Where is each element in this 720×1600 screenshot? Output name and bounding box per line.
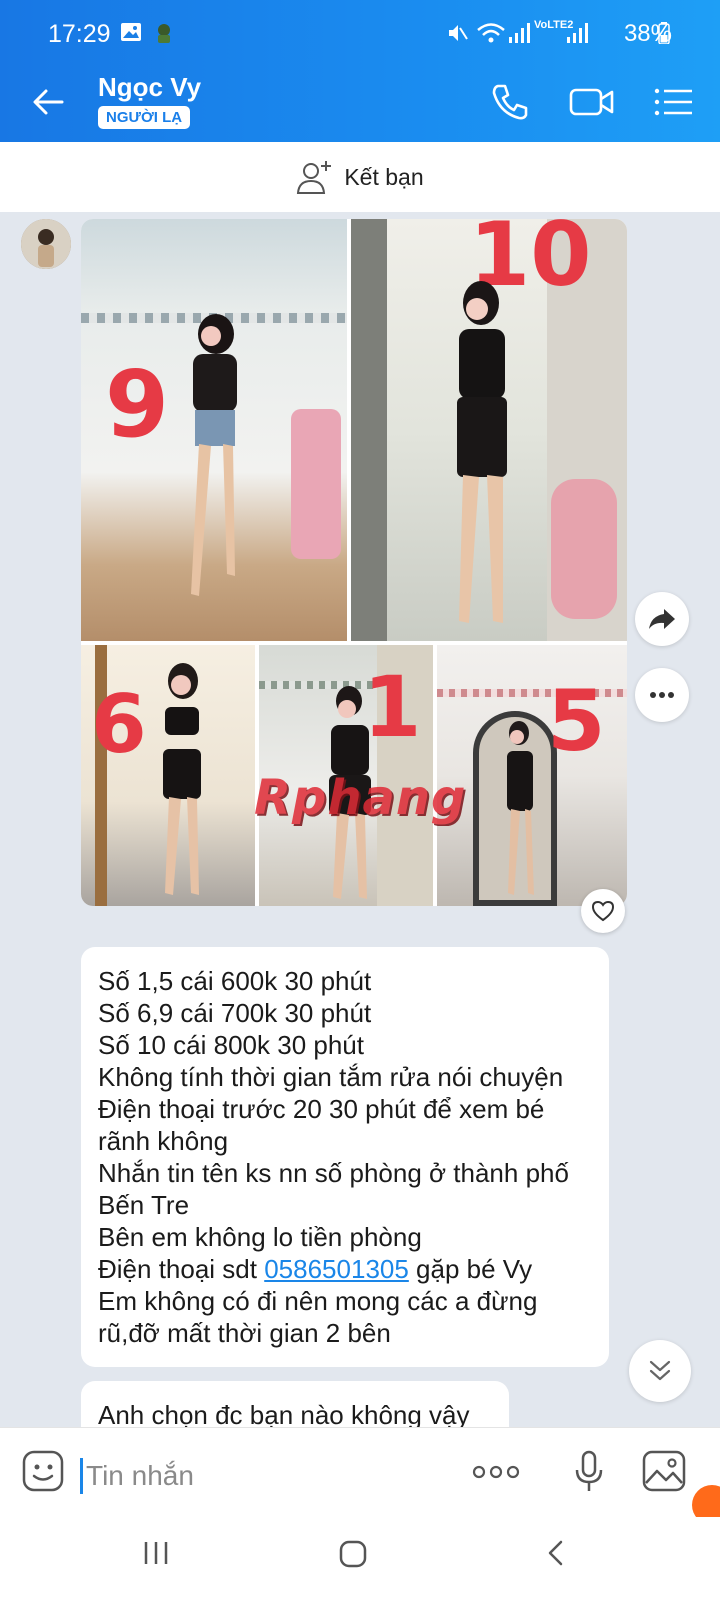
share-button[interactable] — [635, 592, 689, 646]
sticker-button[interactable] — [22, 1450, 64, 1497]
options-menu-button[interactable] — [652, 80, 696, 124]
add-friend-label: Kết bạn — [344, 163, 424, 190]
photo-6[interactable]: 6 — [81, 645, 255, 906]
message-line: Số 10 cái 800k 30 phút — [98, 1030, 364, 1060]
signal-2-icon — [566, 22, 590, 49]
message-line: Không tính thời gian tắm rửa nói chuyện — [98, 1062, 564, 1092]
image-watermark: Rphang — [254, 770, 466, 826]
sticker-icon — [22, 1450, 64, 1492]
voice-message-button[interactable] — [574, 1450, 604, 1499]
chat-header: Ngọc Vy NGƯỜI LẠ — [0, 62, 720, 142]
top-bar: 17:29 VoLTE2 38% Ngọc Vy NGƯỜI LẠ — [0, 0, 720, 142]
battery-icon — [658, 22, 670, 49]
arrow-left-icon — [33, 89, 64, 115]
photo-number-9: 9 — [105, 351, 170, 458]
message-line: Số 6,9 cái 700k 30 phút — [98, 998, 372, 1028]
photo-number-5: 5 — [547, 672, 606, 770]
pink-chair — [551, 479, 617, 619]
microphone-icon — [575, 1450, 603, 1491]
message-line-phone: Điện thoại sdt 0586501305 gặp bé Vy — [98, 1253, 593, 1285]
list-menu-icon — [654, 88, 692, 116]
video-call-button[interactable] — [568, 80, 614, 124]
status-bar: 17:29 VoLTE2 38% — [0, 0, 720, 62]
signal-icon — [508, 22, 532, 49]
scroll-to-bottom-button[interactable] — [629, 1340, 691, 1402]
model-figure — [191, 314, 237, 596]
image-icon — [642, 1450, 686, 1492]
message-input[interactable] — [86, 1456, 446, 1496]
message-line: Bên em không lo tiền phòng — [98, 1222, 422, 1252]
message-line: Nhắn tin tên ks nn số phòng ở thành phố … — [98, 1158, 569, 1220]
avatar-image — [21, 219, 71, 269]
message-line: Số 1,5 cái 600k 30 phút — [98, 966, 372, 996]
message-bubble[interactable]: Số 1,5 cái 600k 30 phút Số 6,9 cái 700k … — [81, 947, 609, 1367]
message-input-bar — [0, 1427, 720, 1517]
more-actions-button[interactable] — [472, 1464, 520, 1485]
photo-9[interactable]: 9 — [81, 219, 347, 641]
add-friend-icon — [297, 161, 332, 194]
more-options-button[interactable] — [635, 668, 689, 722]
app-notification-icon — [152, 22, 176, 49]
voice-call-button[interactable] — [488, 80, 532, 124]
phone-number-link[interactable]: 0586501305 — [264, 1254, 409, 1284]
photo-10[interactable]: 10 — [351, 219, 627, 641]
gallery-icon — [120, 22, 142, 47]
home-button[interactable] — [338, 1539, 368, 1574]
watermark-text: Rphang — [254, 770, 467, 826]
phone-suffix: gặp bé Vy — [408, 1254, 533, 1284]
wifi-icon — [476, 22, 506, 49]
video-camera-icon — [569, 88, 614, 116]
react-button[interactable] — [581, 889, 625, 933]
contact-avatar[interactable] — [21, 219, 71, 269]
send-image-button[interactable] — [642, 1450, 686, 1497]
text-cursor — [80, 1458, 83, 1494]
recent-apps-button[interactable] — [142, 1539, 170, 1572]
model-figure — [507, 721, 534, 895]
recent-apps-icon — [144, 1542, 168, 1564]
door-frame — [351, 219, 387, 641]
phone-icon — [492, 84, 528, 120]
mute-icon — [446, 22, 468, 49]
double-chevron-down-icon — [649, 1360, 671, 1381]
home-icon — [339, 1540, 367, 1568]
model-figure — [457, 281, 507, 623]
forward-arrow-icon — [649, 609, 675, 629]
contact-name[interactable]: Ngọc Vy — [98, 72, 201, 103]
message-text: Anh chọn đc bạn nào không vậy — [98, 1400, 470, 1430]
system-nav-bar — [0, 1517, 720, 1600]
model-figure — [163, 663, 201, 895]
pink-furniture — [291, 409, 341, 559]
status-time: 17:29 — [48, 20, 111, 48]
more-dots-icon — [650, 692, 674, 698]
phone-prefix: Điện thoại sdt — [98, 1254, 265, 1284]
back-button[interactable] — [28, 82, 68, 122]
system-back-button[interactable] — [546, 1539, 566, 1572]
add-friend-bar[interactable]: Kết bạn — [0, 142, 720, 212]
message-line: Em không có đi nên mong các a đừng rũ,đỡ… — [98, 1286, 538, 1348]
message-line: Điện thoại trước 20 30 phút để xem bé rã… — [98, 1094, 545, 1156]
chevron-left-icon — [548, 1540, 563, 1566]
heart-icon — [591, 900, 615, 922]
more-dots-icon — [472, 1465, 520, 1479]
stranger-badge: NGƯỜI LẠ — [98, 106, 191, 129]
